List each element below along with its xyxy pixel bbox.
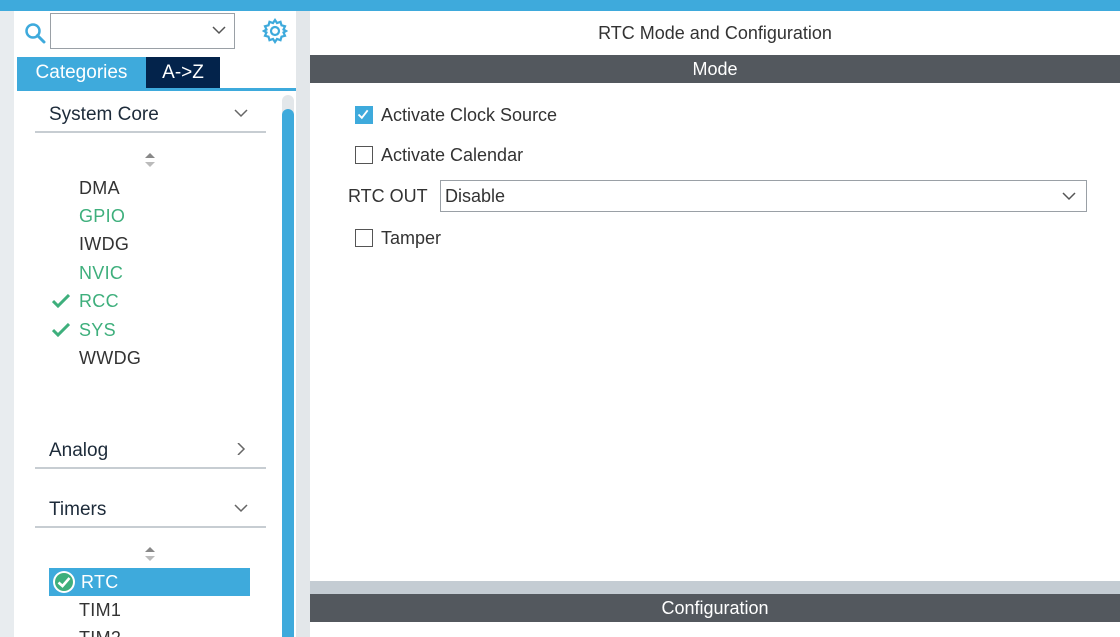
- checkbox-checked-icon[interactable]: [355, 106, 373, 124]
- search-combobox[interactable]: [50, 13, 235, 49]
- checkbox-unchecked-icon[interactable]: [355, 229, 373, 247]
- tree-item-label: IWDG: [79, 234, 130, 254]
- tree-item-label: SYS: [79, 320, 116, 340]
- tree-item-label: NVIC: [79, 263, 124, 283]
- checkbox-label: Tamper: [381, 228, 442, 248]
- tree-item-dma[interactable]: DMA: [52, 174, 262, 202]
- section-header-timers[interactable]: Timers: [35, 492, 266, 528]
- configuration-section-header[interactable]: Configuration: [310, 594, 1120, 622]
- section-label: Analog: [49, 440, 109, 461]
- left-panel: Categories A->Z System Core DMA GPIO IWD…: [0, 11, 300, 637]
- tree-item-label: TIM2: [79, 624, 121, 637]
- tree-item-label: RCC: [79, 291, 119, 311]
- page-title: RTC Mode and Configuration: [598, 23, 832, 43]
- mode-section-header[interactable]: Mode: [310, 55, 1120, 83]
- tree-item-iwdg[interactable]: IWDG: [52, 230, 262, 258]
- tree-item-wwdg[interactable]: WWDG: [52, 344, 262, 372]
- tree-item-rcc[interactable]: RCC: [52, 287, 262, 315]
- check-circle-icon: [53, 571, 75, 593]
- checkmark-icon: [52, 294, 70, 308]
- tree-item-sys[interactable]: SYS: [52, 316, 262, 344]
- chevron-down-icon[interactable]: [234, 107, 248, 119]
- chevron-right-icon[interactable]: [234, 443, 248, 455]
- section-label: Timers: [49, 499, 107, 520]
- tree-item-gpio[interactable]: GPIO: [52, 202, 262, 230]
- top-accent-strip: [0, 0, 1120, 11]
- checkbox-label: Activate Clock Source: [381, 105, 558, 125]
- rtc-out-value: Disable: [445, 186, 506, 206]
- configuration-area: [310, 622, 1120, 637]
- rtc-out-label: RTC OUT: [348, 186, 428, 206]
- chevron-down-icon[interactable]: [212, 25, 226, 35]
- chevron-down-icon[interactable]: [234, 502, 248, 514]
- scrollbar-thumb[interactable]: [282, 109, 294, 637]
- tree-item-tim1[interactable]: TIM1: [52, 596, 262, 624]
- rtc-out-select[interactable]: Disable: [440, 180, 1087, 212]
- section-header-system-core[interactable]: System Core: [35, 97, 266, 133]
- sort-arrows-icon[interactable]: [144, 545, 156, 563]
- gear-icon[interactable]: [262, 18, 288, 44]
- tree-item-nvic[interactable]: NVIC: [52, 259, 262, 287]
- tree-item-tim2[interactable]: TIM2: [52, 624, 262, 637]
- tab-categories[interactable]: Categories: [17, 57, 146, 88]
- tabs-underline: [17, 88, 296, 91]
- tree-item-label: GPIO: [79, 206, 126, 226]
- checkbox-unchecked-icon[interactable]: [355, 146, 373, 164]
- checkmark-icon: [52, 323, 70, 337]
- section-label: System Core: [49, 104, 159, 125]
- tree-item-label: RTC: [81, 572, 119, 592]
- section-splitter[interactable]: [310, 581, 1120, 594]
- chevron-down-icon[interactable]: [1062, 191, 1076, 201]
- section-header-analog[interactable]: Analog: [35, 433, 266, 469]
- tree-item-label: TIM1: [79, 600, 122, 620]
- tree-item-rtc[interactable]: RTC: [49, 568, 250, 596]
- checkbox-label: Activate Calendar: [381, 145, 524, 165]
- sort-arrows-icon[interactable]: [144, 151, 156, 169]
- search-icon[interactable]: [24, 22, 46, 44]
- tree-item-label: WWDG: [79, 348, 142, 368]
- tree-item-label: DMA: [79, 178, 120, 198]
- tab-a-to-z[interactable]: A->Z: [146, 57, 220, 88]
- panel-divider[interactable]: [296, 11, 310, 637]
